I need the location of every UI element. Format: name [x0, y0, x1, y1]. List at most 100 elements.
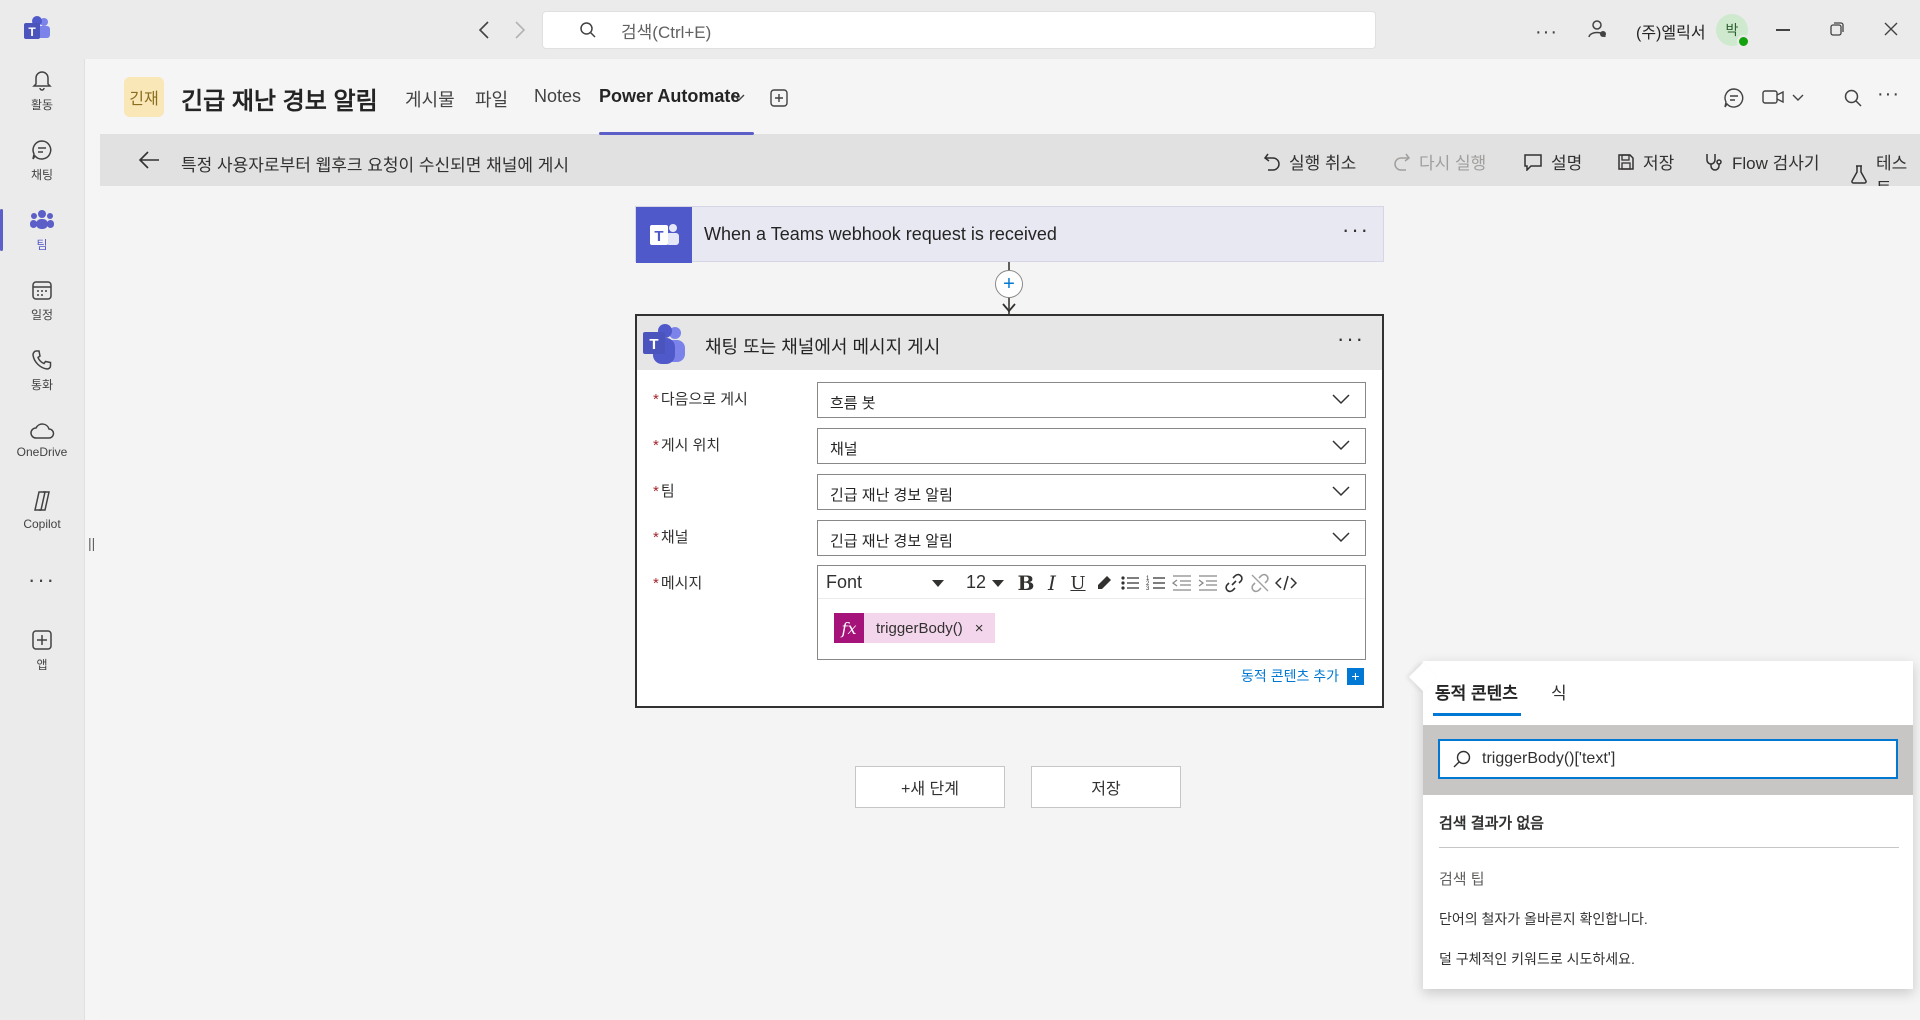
font-size-select[interactable]: 12 — [966, 572, 986, 593]
more-options-icon[interactable]: ··· — [1342, 217, 1370, 243]
restore-icon[interactable] — [1830, 22, 1844, 36]
comment-button[interactable]: 설명 — [1523, 149, 1582, 174]
divider — [1439, 847, 1899, 848]
rail-label: 일정 — [30, 307, 54, 322]
calendar-icon — [30, 278, 54, 302]
undo-button[interactable]: 실행 취소 — [1263, 149, 1356, 174]
dynamic-content-search-input[interactable]: triggerBody()['text'] — [1438, 739, 1898, 779]
comment-icon — [1523, 153, 1543, 171]
tab-posts[interactable]: 게시물 — [405, 86, 455, 112]
underline-icon[interactable]: U — [1066, 571, 1090, 595]
action-header[interactable]: T 채팅 또는 채널에서 메시지 게시 ··· — [637, 316, 1382, 370]
more-options-icon[interactable]: ··· — [1337, 326, 1365, 352]
post-in-dropdown[interactable]: 채널 — [817, 428, 1366, 464]
trigger-card[interactable]: T When a Teams webhook request is receiv… — [635, 206, 1384, 263]
teams-logo-icon[interactable]: T — [22, 14, 52, 44]
tab-files[interactable]: 파일 — [475, 86, 508, 112]
rail-more-apps[interactable]: ··· — [0, 549, 84, 611]
active-tab-indicator — [1433, 713, 1521, 716]
post-as-value: 흐름 봇 — [830, 395, 876, 412]
expression-token[interactable]: fx triggerBody() × — [834, 613, 996, 643]
more-options-icon[interactable]: ··· — [1535, 21, 1558, 44]
app-rail: 활동 채팅 팀 일정 통화 OneDrive Copilot ··· 앱 — [0, 59, 84, 1020]
tab-expression[interactable]: 식 — [1551, 679, 1567, 704]
rail-item-teams[interactable]: 팀 — [0, 199, 84, 261]
unlink-icon[interactable] — [1248, 571, 1272, 595]
dynamic-content-panel: 동적 콘텐츠 식 triggerBody()['text'] 검색 결과가 없음… — [1408, 661, 1913, 989]
token-label: triggerBody() — [876, 619, 963, 637]
canvas-save-button[interactable]: 저장 — [1031, 766, 1181, 808]
insert-step-icon[interactable]: + — [995, 270, 1023, 298]
no-results-message: 검색 결과가 없음 — [1439, 815, 1544, 832]
flask-icon — [1850, 164, 1868, 184]
numbered-list-icon[interactable]: 123 — [1144, 571, 1168, 595]
decrease-indent-icon[interactable] — [1170, 571, 1194, 595]
tab-power-automate[interactable]: Power Automate — [599, 86, 740, 107]
redo-button[interactable]: 다시 실행 — [1393, 149, 1486, 174]
add-tab-icon[interactable] — [769, 88, 789, 108]
avatar[interactable]: 박 — [1716, 14, 1750, 48]
org-name[interactable]: (주)엘릭서 — [1636, 19, 1706, 43]
conversation-icon[interactable] — [1723, 87, 1745, 109]
chevron-down-icon[interactable] — [733, 94, 745, 102]
undo-label: 실행 취소 — [1289, 154, 1357, 173]
italic-icon[interactable]: I — [1040, 571, 1064, 595]
bold-icon[interactable]: B — [1014, 571, 1038, 595]
teams-icon — [29, 208, 55, 232]
back-arrow-icon[interactable] — [478, 20, 490, 40]
field-label: * 게시 위치 — [653, 437, 721, 454]
caret-down-icon[interactable] — [992, 580, 1004, 587]
rail-item-onedrive[interactable]: OneDrive — [0, 409, 84, 471]
team-value: 긴급 재난 경보 알림 — [830, 487, 953, 504]
more-options-icon[interactable]: ··· — [1877, 83, 1900, 106]
search-tips-heading: 검색 팁 — [1439, 871, 1485, 888]
org-switch-icon[interactable] — [1586, 18, 1608, 40]
caret-down-icon[interactable] — [932, 580, 944, 587]
field-label: * 팀 — [653, 483, 675, 500]
stethoscope-icon — [1704, 152, 1724, 172]
chevron-down-icon[interactable] — [1792, 94, 1804, 102]
rail-item-calls[interactable]: 통화 — [0, 339, 84, 401]
redo-icon — [1393, 152, 1411, 172]
title-bar: T 검색(Ctrl+E) ··· (주)엘릭서 박 — [0, 0, 1920, 59]
font-family-select[interactable]: Font — [826, 572, 862, 593]
increase-indent-icon[interactable] — [1196, 571, 1220, 595]
message-editor[interactable]: Font 12 B I U 123 fx triggerBody() × — [817, 565, 1366, 660]
minimize-icon[interactable] — [1776, 29, 1790, 31]
chat-icon — [30, 138, 54, 162]
team-avatar[interactable]: 긴재 — [124, 77, 164, 117]
highlight-pen-icon[interactable] — [1092, 571, 1116, 595]
add-dynamic-content-link[interactable]: 동적 콘텐츠 추가 + — [1241, 666, 1364, 686]
rail-item-chat[interactable]: 채팅 — [0, 129, 84, 191]
flow-command-bar: 특정 사용자로부터 웹후크 요청이 수신되면 채널에 게시 실행 취소 다시 실… — [100, 135, 1920, 198]
forward-arrow-icon[interactable] — [514, 20, 526, 40]
post-as-dropdown[interactable]: 흐름 봇 — [817, 382, 1366, 418]
function-icon: fx — [834, 613, 864, 643]
search-icon[interactable] — [1843, 88, 1863, 108]
flow-checker-button[interactable]: Flow 검사기 — [1704, 149, 1820, 174]
rail-item-copilot[interactable]: Copilot — [0, 479, 84, 541]
global-search-input[interactable]: 검색(Ctrl+E) — [542, 11, 1376, 49]
rail-item-calendar[interactable]: 일정 — [0, 269, 84, 331]
flow-checker-label: Flow 검사기 — [1732, 154, 1820, 173]
code-view-icon[interactable] — [1274, 571, 1298, 595]
save-button[interactable]: 저장 — [1617, 149, 1674, 174]
avatar-initial: 박 — [1725, 22, 1739, 38]
link-icon[interactable] — [1222, 571, 1246, 595]
rail-item-activity[interactable]: 활동 — [0, 59, 84, 121]
new-step-button[interactable]: +새 단계 — [855, 766, 1005, 808]
search-value: triggerBody()['text'] — [1482, 750, 1616, 767]
back-arrow-icon[interactable] — [138, 150, 160, 170]
search-area: triggerBody()['text'] — [1423, 725, 1913, 795]
field-label: * 채널 — [653, 529, 689, 546]
bullet-list-icon[interactable] — [1118, 571, 1142, 595]
tab-dynamic-content[interactable]: 동적 콘텐츠 — [1435, 679, 1518, 704]
channel-dropdown[interactable]: 긴급 재난 경보 알림 — [817, 520, 1366, 556]
resize-grip-icon[interactable]: || — [88, 535, 95, 551]
video-call-icon[interactable] — [1762, 89, 1784, 105]
team-dropdown[interactable]: 긴급 재난 경보 알림 — [817, 474, 1366, 510]
close-icon[interactable] — [1884, 22, 1898, 36]
remove-token-icon[interactable]: × — [975, 620, 984, 637]
tab-notes[interactable]: Notes — [534, 86, 581, 107]
rail-item-apps[interactable]: 앱 — [0, 619, 84, 681]
